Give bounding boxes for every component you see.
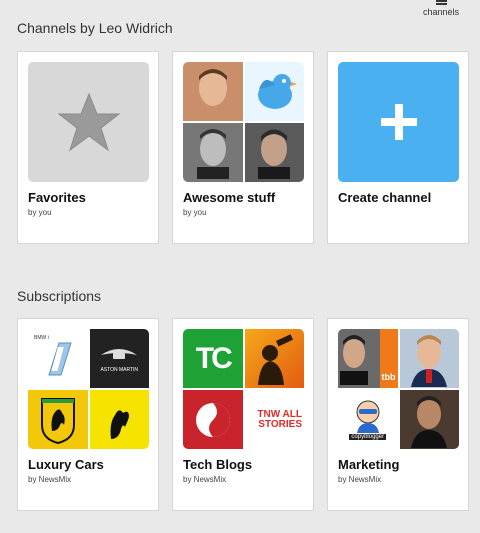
profile-photo: tbb [338, 329, 398, 388]
channel-title: Awesome stuff [183, 190, 276, 205]
luxury-cars-thumbnail: BMW i ASTON MARTIN [28, 329, 149, 449]
marketing-thumbnail: tbb copyblogger [338, 329, 459, 449]
profile-photo [399, 390, 459, 449]
profile-photo [244, 123, 304, 182]
ferrari-shield-logo [28, 390, 88, 449]
tbb-badge: tbb [379, 329, 398, 388]
ferrari-horse-logo [89, 390, 149, 449]
subscription-title: Tech Blogs [183, 457, 253, 472]
aston-martin-logo: ASTON MARTIN [89, 329, 149, 388]
tech-blogs-thumbnail: TC TNW ALL STORIES [183, 329, 304, 449]
subscription-card-tech-blogs[interactable]: TC TNW ALL STORIES Tech Blogs by NewsMix [172, 318, 314, 511]
copyblogger-logo: copyblogger [338, 390, 398, 449]
subscription-owner: by NewsMix [338, 475, 382, 484]
plus-icon [380, 104, 417, 140]
channel-owner: by you [28, 208, 52, 217]
subscription-title: Luxury Cars [28, 457, 104, 472]
twitter-bird-icon [244, 62, 304, 121]
channel-owner: by you [183, 208, 207, 217]
channel-card-awesome-stuff[interactable]: Awesome stuff by you [172, 51, 314, 244]
techcrunch-logo: TC [183, 329, 243, 388]
create-channel-card[interactable]: Create channel [327, 51, 469, 244]
red-circle-logo [183, 390, 243, 449]
channels-menu-button[interactable]: channels [418, 0, 464, 17]
channel-card-favorites[interactable]: Favorites by you [17, 51, 159, 244]
profile-photo [183, 62, 243, 121]
menu-icon [435, 0, 447, 5]
channel-title: Favorites [28, 190, 86, 205]
star-icon [57, 92, 120, 152]
subscription-owner: by NewsMix [28, 475, 72, 484]
subscription-card-luxury-cars[interactable]: BMW i ASTON MARTIN Luxury Cars by NewsMi… [17, 318, 159, 511]
awesome-stuff-thumbnail [183, 62, 304, 182]
favorites-thumbnail [28, 62, 149, 182]
profile-photo [183, 123, 243, 182]
tnw-logo: TNW ALL STORIES [244, 390, 304, 449]
channels-menu-label: channels [422, 7, 460, 17]
subscription-owner: by NewsMix [183, 475, 227, 484]
subscriptions-section-title: Subscriptions [17, 288, 102, 304]
create-channel-button[interactable] [338, 62, 459, 182]
subscription-card-marketing[interactable]: tbb copyblogger Marketing by NewsMix [327, 318, 469, 511]
bmw-i-logo: BMW i [28, 329, 88, 388]
subscription-title: Marketing [338, 457, 400, 472]
silhouette-illustration [244, 329, 304, 388]
create-channel-label: Create channel [338, 190, 432, 205]
profile-photo [399, 329, 459, 388]
channels-section-title: Channels by Leo Widrich [17, 20, 173, 36]
